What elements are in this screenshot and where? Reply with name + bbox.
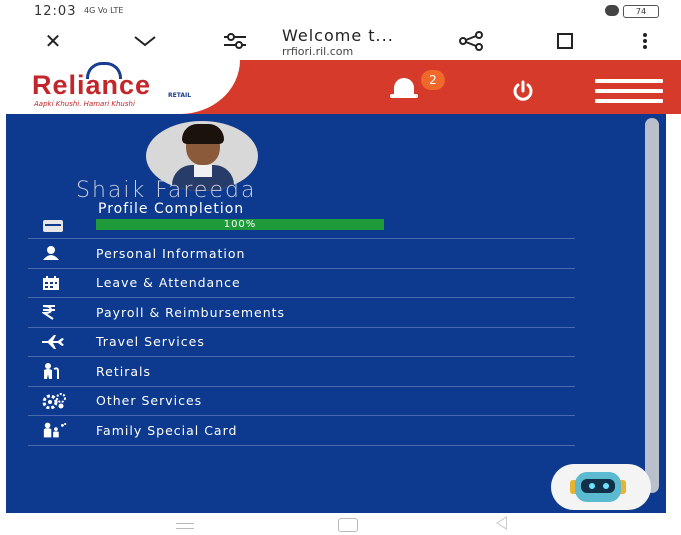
menu-item-personal-information[interactable]: Personal Information [28, 239, 575, 269]
bookmark-icon[interactable] [552, 28, 578, 54]
menu-item-leave-attendance[interactable]: Leave & Attendance [28, 269, 575, 298]
menu-item-label: Family Special Card [96, 422, 238, 438]
gears-icon [28, 387, 68, 416]
browser-toolbar: ✕ Welcome t... rrfiori.ril.com [0, 22, 681, 60]
airplane-icon [28, 328, 68, 357]
family-icon [28, 416, 68, 445]
logo-tagline: Aapki Khushi. Hamari Khushi [34, 100, 135, 108]
menu-item-payroll-reimbursements[interactable]: Payroll & Reimbursements [28, 298, 575, 328]
more-options-icon[interactable] [632, 28, 658, 54]
android-nav-bar [0, 513, 681, 535]
signal-indicator: 4G Vo LTE [84, 6, 124, 15]
menu-item-other-services[interactable]: Other Services [28, 387, 575, 416]
hamburger-menu-icon[interactable] [595, 79, 663, 103]
profile-completion-label: Profile Completion [98, 201, 245, 217]
close-icon[interactable]: ✕ [40, 28, 66, 54]
user-name: Shaik Fareeda [76, 178, 257, 203]
home-icon[interactable] [338, 518, 358, 532]
progress-value: 100% [223, 219, 257, 230]
menu-item-label: Leave & Attendance [96, 275, 241, 291]
site-settings-icon[interactable] [222, 28, 248, 54]
back-icon[interactable] [496, 516, 507, 530]
side-menu-panel: Shaik Fareeda Profile Completion 100% Pe… [6, 114, 666, 513]
menu-item-label: Payroll & Reimbursements [96, 304, 286, 320]
power-icon[interactable] [510, 78, 536, 104]
bell-icon[interactable] [390, 78, 418, 102]
chevron-down-icon[interactable] [132, 28, 158, 54]
calendar-icon [28, 269, 68, 298]
robot-eye [589, 483, 595, 489]
person-icon [28, 239, 68, 268]
url-text[interactable]: rrfiori.ril.com [282, 45, 353, 58]
app-header: Reliance RETAIL Aapki Khushi. Hamari Khu… [0, 60, 681, 114]
reliance-logo[interactable]: Reliance RETAIL Aapki Khushi. Hamari Khu… [0, 60, 240, 114]
menu-item-label: Other Services [96, 393, 203, 409]
menu-item-label: Retirals [96, 363, 151, 379]
menu-item-label: Personal Information [96, 245, 246, 261]
robot-visor [581, 479, 615, 493]
page-title: Welcome t... [282, 26, 394, 45]
battery-indicator: 74 [623, 5, 659, 18]
menu-item-family-special-card[interactable]: Family Special Card [28, 416, 575, 446]
profile-progress-bar: 100% [96, 219, 384, 230]
status-time: 12:03 [34, 4, 77, 19]
recent-apps-icon[interactable] [176, 523, 194, 529]
elderly-icon [28, 357, 68, 386]
menu-item-travel-services[interactable]: Travel Services [28, 328, 575, 357]
status-bar: 12:03 4G Vo LTE 74 [0, 0, 681, 22]
logo-text: Reliance [32, 70, 152, 100]
menu-item-retirals[interactable]: Retirals [28, 357, 575, 387]
logo-sub: RETAIL [168, 92, 192, 99]
menu-list: Personal Information Leave & Attendance … [28, 239, 575, 446]
menu-item-label: Travel Services [96, 334, 205, 350]
notification-badge: 2 [421, 70, 445, 90]
scrollbar[interactable] [645, 118, 659, 493]
dnd-icon [605, 5, 619, 16]
share-icon[interactable] [458, 28, 484, 54]
id-card-icon [43, 220, 63, 232]
chatbot-button[interactable] [551, 464, 659, 514]
rupee-icon [28, 298, 68, 327]
robot-eye [603, 483, 609, 489]
